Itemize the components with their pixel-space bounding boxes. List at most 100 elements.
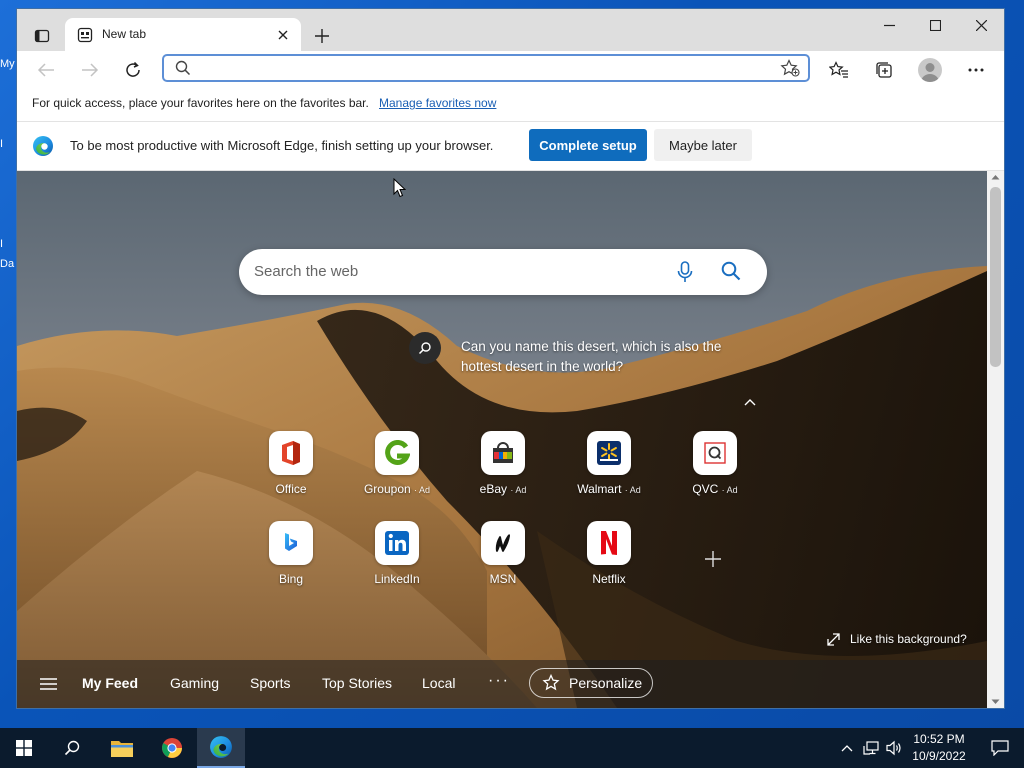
close-window-button[interactable]	[958, 9, 1004, 41]
tile-label: eBay · Ad	[479, 482, 527, 496]
show-hidden-icons-button[interactable]	[838, 728, 856, 768]
feed-tab-top-stories[interactable]: Top Stories	[322, 675, 392, 691]
new-tab-button[interactable]	[309, 23, 335, 49]
magnifier-icon	[418, 342, 431, 355]
feed-tab-local[interactable]: Local	[422, 675, 455, 691]
chevron-up-icon	[744, 399, 756, 406]
feed-tab-gaming[interactable]: Gaming	[170, 675, 219, 691]
quicklink-msn[interactable]: MSN	[461, 521, 545, 593]
desktop-icon-label: I	[0, 238, 4, 250]
new-tab-icon	[77, 27, 93, 43]
quicklink-office[interactable]: Office	[249, 431, 333, 503]
tab-new-tab[interactable]: New tab	[65, 18, 301, 51]
maybe-later-button[interactable]: Maybe later	[654, 129, 752, 161]
favorites-icon	[829, 61, 848, 78]
search-icon[interactable]	[721, 261, 741, 281]
edge-logo-icon	[33, 136, 53, 156]
action-center-button[interactable]	[980, 728, 1020, 768]
tile-icon-box	[375, 431, 419, 475]
office-icon	[282, 441, 300, 465]
more-horizontal-icon	[968, 68, 984, 72]
address-bar[interactable]	[162, 54, 810, 82]
personalize-button[interactable]: Personalize	[529, 668, 653, 698]
tile-label: Groupon · Ad	[363, 482, 431, 496]
tab-actions-icon	[34, 29, 50, 43]
back-button[interactable]	[31, 55, 61, 85]
taskbar-search-button[interactable]	[48, 728, 96, 768]
ebay-icon	[493, 442, 513, 463]
new-tab-page: Search the web Can you name this desert,…	[17, 171, 987, 708]
address-input[interactable]	[200, 58, 774, 80]
walmart-icon	[597, 441, 621, 465]
quicklink-linkedin[interactable]: LinkedIn	[355, 521, 439, 593]
scroll-down-icon	[991, 699, 1000, 704]
start-button[interactable]	[0, 728, 48, 768]
navigation-toolbar	[17, 51, 1004, 89]
quicklink-bing[interactable]: Bing	[249, 521, 333, 593]
collapse-quicklinks-button[interactable]	[740, 392, 760, 412]
quicklink-groupon[interactable]: Groupon · Ad	[355, 431, 439, 503]
volume-button[interactable]	[883, 728, 905, 768]
web-search-box[interactable]: Search the web	[239, 249, 767, 295]
tile-label: MSN	[489, 572, 517, 586]
image-info-button[interactable]	[409, 332, 441, 364]
clock-date: 10/9/2022	[912, 749, 966, 763]
tile-icon-box	[587, 431, 631, 475]
tile-icon-box	[481, 521, 525, 565]
taskbar-edge[interactable]	[197, 728, 245, 768]
close-icon	[975, 19, 987, 31]
tab-close-button[interactable]	[273, 25, 293, 45]
tile-label: Bing	[278, 572, 304, 586]
add-quicklink-button[interactable]	[701, 547, 725, 571]
quicklink-ebay[interactable]: eBay · Ad	[461, 431, 545, 503]
forward-button[interactable]	[75, 55, 105, 85]
like-background-button[interactable]: Like this background?	[827, 632, 967, 646]
quicklink-netflix[interactable]: Netflix	[567, 521, 651, 593]
taskbar-chrome[interactable]	[148, 728, 196, 768]
refresh-button[interactable]	[118, 55, 148, 85]
tab-actions-button[interactable]	[27, 21, 57, 51]
minimize-button[interactable]	[866, 9, 912, 41]
complete-setup-button[interactable]: Complete setup	[529, 129, 647, 161]
quicklink-walmart[interactable]: Walmart · Ad	[567, 431, 651, 503]
feed-tab-sports[interactable]: Sports	[250, 675, 290, 691]
groupon-icon	[385, 440, 410, 465]
microphone-icon[interactable]	[677, 261, 693, 283]
close-icon	[278, 30, 288, 40]
page-scrollbar[interactable]	[987, 171, 1004, 708]
folder-icon	[111, 741, 133, 757]
speaker-icon	[886, 740, 901, 756]
favorites-button[interactable]	[824, 55, 854, 85]
quicklink-qvc[interactable]: QVC · Ad	[673, 431, 757, 503]
collections-button[interactable]	[869, 55, 899, 85]
taskbar-clock[interactable]: 10:52 PM 10/9/2022	[904, 731, 974, 765]
tile-icon-box	[481, 431, 525, 475]
plus-icon	[315, 29, 329, 43]
hamburger-menu-icon[interactable]	[38, 674, 60, 694]
feed-tab-my-feed[interactable]: My Feed	[82, 675, 138, 691]
favorites-bar: For quick access, place your favorites h…	[17, 89, 1004, 122]
desktop-icon-label: Da	[0, 258, 15, 270]
network-button[interactable]	[860, 728, 882, 768]
background-fact[interactable]: Can you name this desert, which is also …	[461, 337, 741, 377]
tile-label: Netflix	[592, 572, 626, 586]
scrollbar-thumb[interactable]	[990, 187, 1001, 367]
linkedin-icon	[385, 531, 409, 555]
tile-label: QVC · Ad	[692, 482, 738, 496]
scroll-up-icon	[991, 175, 1000, 180]
person-icon	[921, 63, 939, 82]
search-icon	[64, 740, 80, 756]
tab-title: New tab	[102, 27, 147, 41]
taskbar-file-explorer[interactable]	[98, 728, 146, 768]
profile-button[interactable]	[915, 55, 945, 85]
feed-navigation-bar: My Feed Gaming Sports Top Stories Local …	[17, 660, 987, 708]
windows-logo-icon	[16, 740, 32, 756]
manage-favorites-link[interactable]: Manage favorites now	[379, 96, 496, 110]
settings-and-more-button[interactable]	[961, 55, 991, 85]
avatar	[918, 58, 942, 82]
maximize-button[interactable]	[912, 9, 958, 41]
tile-label: LinkedIn	[374, 572, 420, 586]
feed-more-button[interactable]: ···	[488, 672, 510, 690]
favorites-bar-text: For quick access, place your favorites h…	[32, 96, 369, 110]
browser-window: New tab For quick access, place your fav…	[17, 9, 1004, 708]
